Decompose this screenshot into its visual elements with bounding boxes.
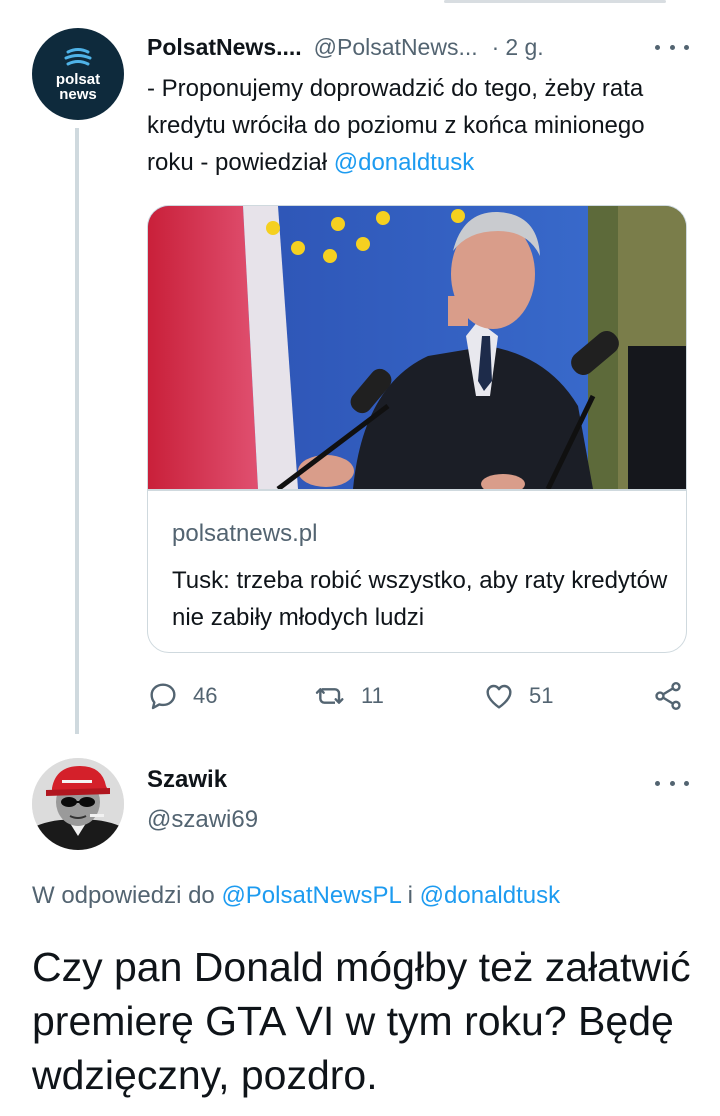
- card-photo: [148, 206, 686, 489]
- like-button[interactable]: 51: [483, 676, 553, 716]
- avatar-brand-line2: news: [59, 85, 97, 103]
- szawik-avatar-image: [32, 758, 124, 850]
- display-name[interactable]: Szawik: [147, 766, 227, 794]
- card-domain: polsatnews.pl: [172, 520, 318, 547]
- heart-icon: [486, 684, 512, 709]
- tweet-actions: 46 11 51: [147, 676, 692, 716]
- tweet-text: - Proponujemy doprowadzić do tego, żeby …: [147, 70, 692, 181]
- reply-mention-polsat[interactable]: @PolsatNewsPL: [221, 882, 401, 909]
- avatar-brand-line1: polsat: [55, 70, 101, 88]
- link-card[interactable]: polsatnews.pl Tusk: trzeba robić wszystk…: [147, 205, 687, 653]
- retweet-button[interactable]: 11: [315, 676, 384, 716]
- mention-link[interactable]: @donaldtusk: [334, 149, 474, 176]
- reply-button[interactable]: 46: [147, 676, 217, 716]
- reply-count: 46: [193, 683, 218, 708]
- card-title: Tusk: trzeba robić wszystko, aby raty kr…: [172, 567, 668, 631]
- card-image: [148, 206, 686, 489]
- more-options-icon[interactable]: [655, 778, 689, 788]
- retweet-icon: [315, 688, 344, 704]
- thread-line: [75, 128, 79, 734]
- retweet-count: 11: [361, 683, 384, 708]
- card-divider: [148, 489, 686, 491]
- reply-prefix: W odpowiedzi do: [32, 882, 222, 909]
- szawik-avatar[interactable]: [32, 758, 124, 850]
- polsat-avatar[interactable]: polsat news: [32, 28, 124, 120]
- user-handle[interactable]: @PolsatNews...: [314, 34, 478, 61]
- reply-conjunction: i: [400, 882, 420, 909]
- share-button[interactable]: [652, 676, 684, 716]
- top-scrollbar: [444, 0, 666, 3]
- like-count: 51: [529, 683, 554, 708]
- separator-dot: ·: [491, 33, 500, 60]
- user-handle[interactable]: @szawi69: [147, 806, 258, 834]
- reply-mention-donaldtusk[interactable]: @donaldtusk: [420, 882, 560, 909]
- reply-icon: [150, 683, 176, 710]
- reply-tweet-text: Czy pan Donald mógłby też załatwić premi…: [32, 944, 691, 1098]
- reply-context: W odpowiedzi do @PolsatNewsPL i @donaldt…: [32, 882, 560, 910]
- polsat-logo-icon: [64, 47, 92, 65]
- share-icon: [655, 682, 681, 710]
- tweet-header: PolsatNews.... @PolsatNews... · 2 g.: [147, 30, 544, 64]
- tweet-time[interactable]: 2 g.: [505, 34, 543, 61]
- more-options-icon[interactable]: [655, 42, 689, 52]
- display-name[interactable]: PolsatNews....: [147, 34, 302, 61]
